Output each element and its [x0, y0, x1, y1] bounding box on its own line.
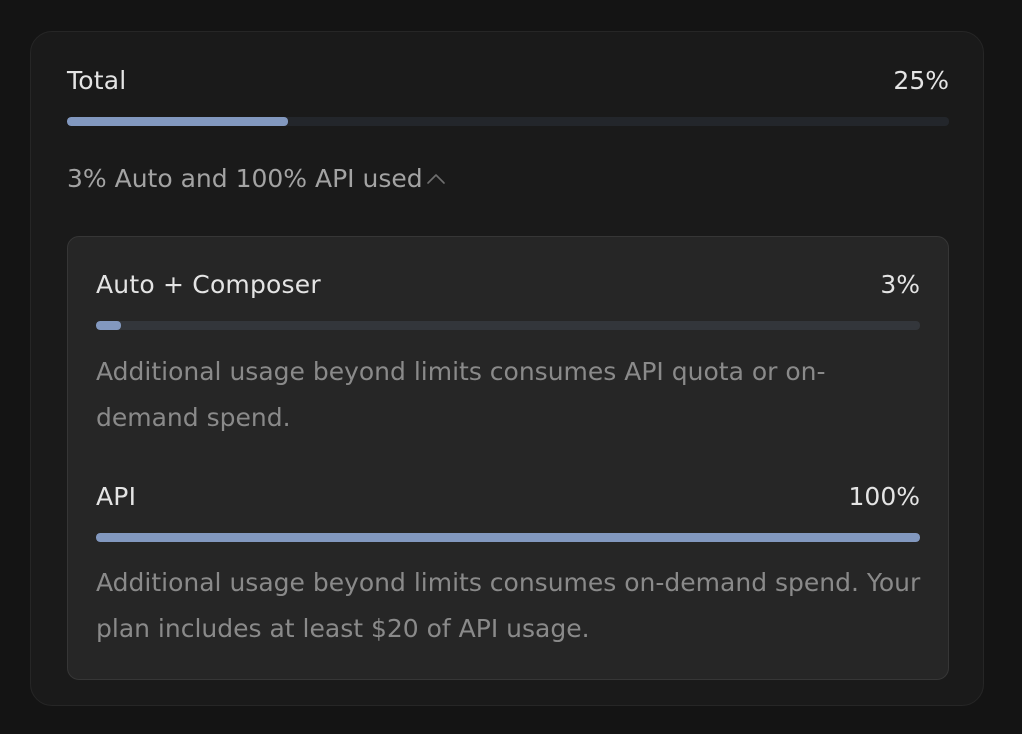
total-progress-fill [67, 117, 288, 126]
auto-composer-progress-fill [96, 321, 121, 330]
auto-composer-note: Additional usage beyond limits consumes … [96, 357, 826, 432]
auto-composer-percent: 3% [880, 269, 920, 299]
api-note: Additional usage beyond limits consumes … [96, 568, 921, 643]
usage-summary-toggle[interactable]: 3% Auto and 100% API used [67, 164, 447, 193]
breakdown-row-auto-composer: Auto + Composer 3% [96, 266, 920, 302]
usage-breakdown-panel: Auto + Composer 3% Additional usage beyo… [67, 236, 949, 680]
total-label: Total [67, 65, 127, 95]
auto-composer-label: Auto + Composer [96, 269, 321, 299]
breakdown-row-api: API 100% [96, 478, 920, 514]
total-progress-bar [67, 117, 949, 126]
auto-composer-progress-bar [96, 321, 920, 330]
api-progress-fill [96, 533, 920, 542]
api-percent: 100% [848, 481, 920, 511]
usage-summary-text: 3% Auto and 100% API used [67, 164, 423, 193]
usage-card: Total 25% 3% Auto and 100% API used Auto… [30, 31, 984, 706]
total-row: Total 25% [67, 62, 949, 98]
chevron-up-icon[interactable] [425, 168, 447, 190]
api-progress-bar [96, 533, 920, 542]
total-percent: 25% [893, 65, 949, 95]
api-label: API [96, 481, 137, 511]
